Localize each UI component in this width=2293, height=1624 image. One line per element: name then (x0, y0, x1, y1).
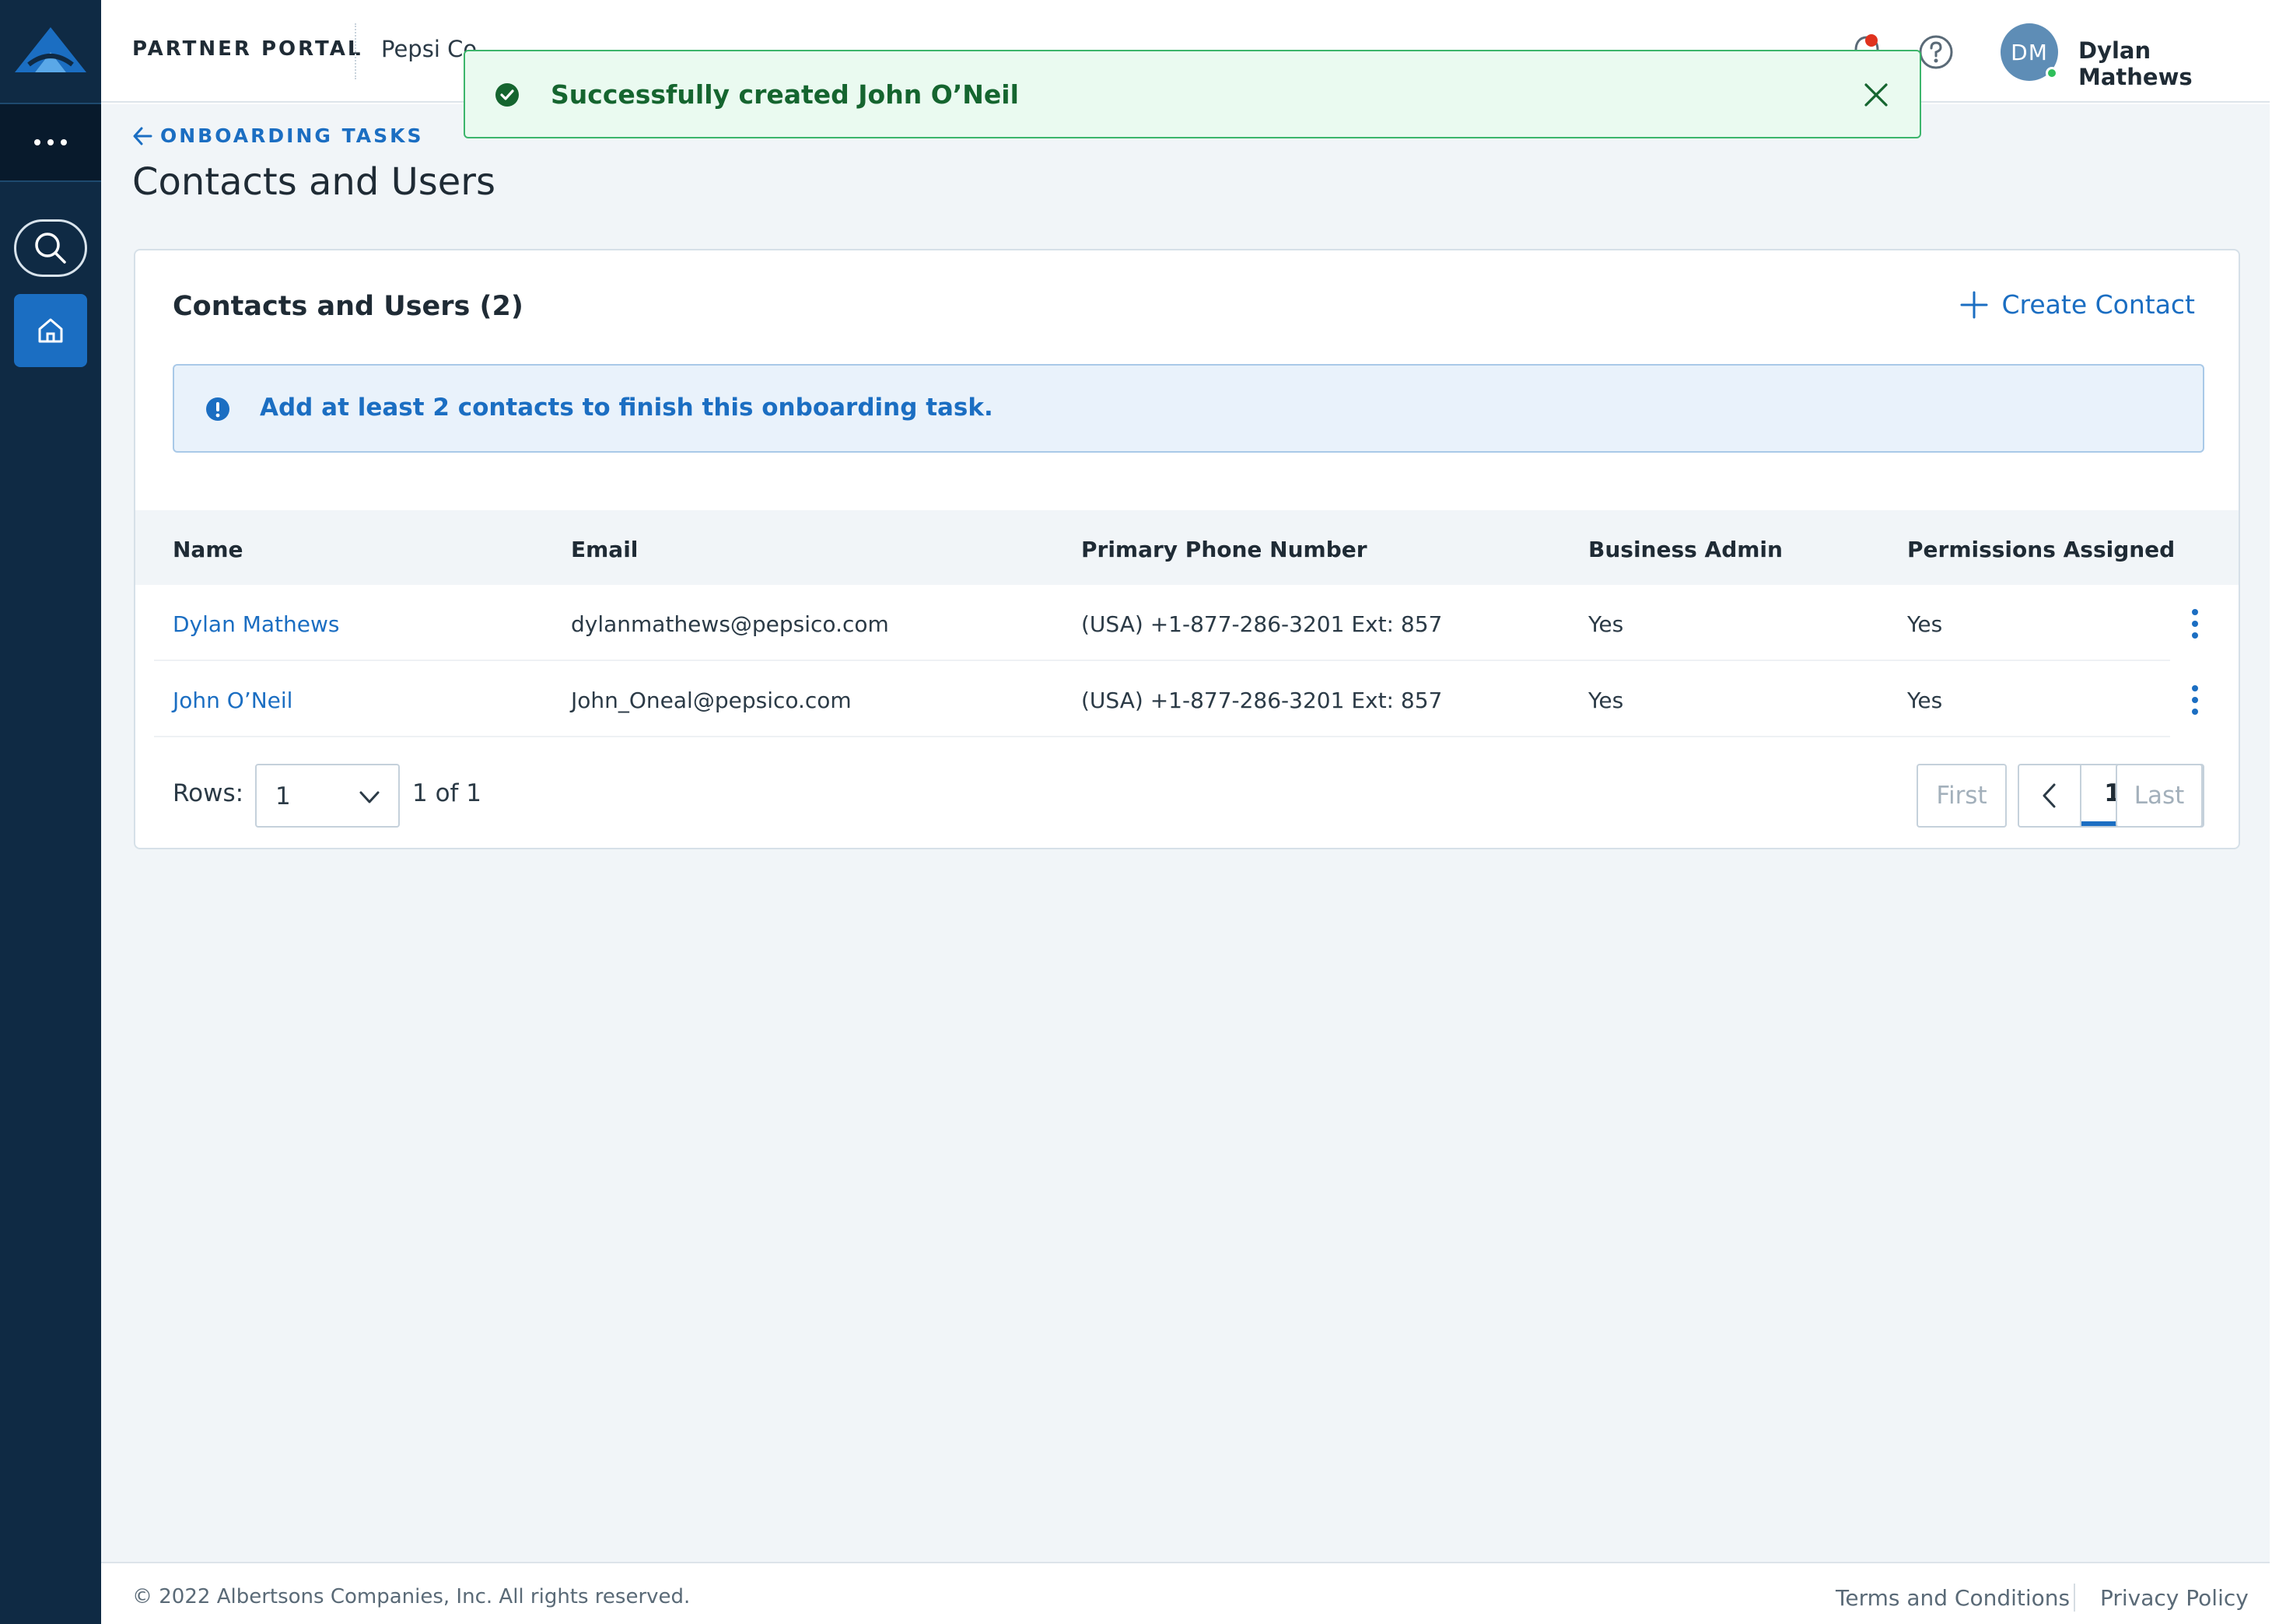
column-header-email[interactable]: Email (571, 537, 638, 562)
rows-per-page-label: Rows: (173, 779, 244, 807)
terms-link[interactable]: Terms and Conditions (1836, 1585, 2070, 1611)
info-icon (206, 397, 229, 421)
contacts-card: Contacts and Users (2) Create Contact Ad… (134, 249, 2240, 849)
search-icon (35, 233, 66, 264)
kebab-icon[interactable] (2189, 684, 2201, 716)
column-header-phone[interactable]: Primary Phone Number (1081, 537, 1367, 562)
footer-divider (2074, 1584, 2075, 1612)
create-contact-label: Create Contact (2001, 289, 2195, 320)
column-header-business-admin[interactable]: Business Admin (1588, 537, 1783, 562)
table-row: Dylan Mathews dylanmathews@pepsico.com (… (135, 585, 2239, 661)
contact-email: John_Oneal@pepsico.com (571, 688, 852, 713)
check-circle-icon (495, 83, 519, 107)
contact-permissions: Yes (1907, 688, 1943, 713)
column-header-permissions[interactable]: Permissions Assigned (1907, 537, 2175, 562)
page-range-text: 1 of 1 (412, 779, 482, 807)
portal-label: PARTNER PORTAL (132, 37, 363, 61)
back-to-onboarding-link[interactable]: ONBOARDING TASKS (132, 124, 423, 147)
create-contact-button[interactable]: Create Contact (1959, 289, 2195, 320)
more-menu[interactable] (0, 103, 101, 182)
last-page-button[interactable]: Last (2116, 764, 2203, 828)
header-divider (355, 23, 356, 79)
plus-icon (1960, 291, 1988, 318)
chevron-down-icon (359, 791, 380, 803)
row-divider (154, 736, 2170, 737)
contact-permissions: Yes (1907, 611, 1943, 637)
logo[interactable] (0, 0, 101, 103)
info-message: Add at least 2 contacts to finish this o… (260, 394, 993, 422)
footer: © 2022 Albertsons Companies, Inc. All ri… (101, 1562, 2270, 1624)
contact-name-link[interactable]: John O’Neil (173, 688, 292, 713)
sidebar-home-button[interactable] (14, 294, 87, 367)
contact-phone: (USA) +1-877-286-3201 Ext: 857 (1081, 688, 1443, 713)
main-content: ONBOARDING TASKS Contacts and Users Cont… (101, 104, 2270, 1562)
card-title: Contacts and Users (2) (173, 291, 523, 322)
back-link-label: ONBOARDING TASKS (160, 124, 424, 147)
kebab-icon[interactable] (2189, 608, 2201, 639)
contact-name-link[interactable]: Dylan Mathews (173, 611, 339, 637)
rows-per-page-select[interactable]: 1 (255, 764, 400, 828)
toast-message: Successfully created John O’Neil (551, 79, 1019, 110)
window-edge (2270, 0, 2293, 1624)
online-status-dot (2046, 67, 2058, 79)
table-row: John O’Neil John_Oneal@pepsico.com (USA)… (135, 661, 2239, 737)
rows-per-page-value: 1 (275, 782, 291, 810)
table-header: Name Email Primary Phone Number Business… (135, 510, 2239, 585)
sidebar-search-button[interactable] (14, 219, 87, 277)
contact-business-admin: Yes (1588, 688, 1624, 713)
info-banner: Add at least 2 contacts to finish this o… (173, 364, 2204, 453)
arrow-left-icon (133, 127, 152, 145)
contact-phone: (USA) +1-877-286-3201 Ext: 857 (1081, 611, 1443, 637)
notification-badge (1865, 34, 1878, 47)
column-header-name[interactable]: Name (173, 537, 243, 562)
sidebar (0, 0, 101, 1624)
privacy-link[interactable]: Privacy Policy (2100, 1585, 2249, 1611)
chevron-left-icon (2043, 783, 2056, 808)
contact-business-admin: Yes (1588, 611, 1624, 637)
copyright-text: © 2022 Albertsons Companies, Inc. All ri… (132, 1585, 691, 1608)
home-icon (38, 318, 63, 343)
logo-icon (15, 27, 86, 72)
contact-email: dylanmathews@pepsico.com (571, 611, 889, 637)
previous-page-button[interactable] (2019, 765, 2081, 826)
success-toast: Successfully created John O’Neil (464, 50, 1921, 138)
page-title: Contacts and Users (132, 160, 495, 204)
first-page-button[interactable]: First (1917, 764, 2007, 828)
help-icon[interactable] (1918, 34, 1954, 70)
company-selector[interactable]: Pepsi Co (381, 36, 477, 62)
more-icon (34, 139, 67, 145)
close-icon[interactable] (1862, 81, 1890, 109)
user-name[interactable]: Dylan Mathews (2078, 37, 2270, 90)
